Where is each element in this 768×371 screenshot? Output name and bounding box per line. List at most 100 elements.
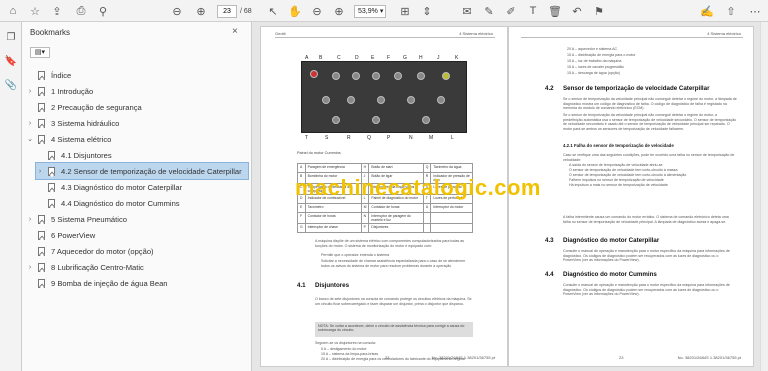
section-title: Diagnóstico do motor Caterpillar [563,237,660,244]
callout-letter: Q [367,135,371,141]
callout-letter: F [387,55,391,61]
panel-title: Bookmarks [30,28,71,37]
list-item: 15 A – luzes de cavalet progresidão [567,65,624,69]
callout-letter: P [387,135,391,141]
callout-letter: B [319,55,323,61]
more-icon[interactable]: ⋯ [748,4,762,18]
bookmark-icon [38,278,45,288]
stamp-icon[interactable]: ⚑ [592,4,606,18]
note-box: NOTA: Se voltar a acontecer, deixe o cir… [315,322,473,337]
select-cursor-icon[interactable]: ↖ [266,4,280,18]
paragraph: A falha intermitente causa um comando do… [563,215,729,224]
bullet-item: Permitir que o operador entenda o sistem… [321,253,390,257]
bookmark-item[interactable]: 2 Precaução de segurança [26,99,142,115]
gauge [442,72,450,80]
highlight-icon[interactable]: ✐ [504,4,518,18]
callout-letter: D [355,55,359,61]
header-rule [521,37,743,38]
emergency-stop-knob [310,70,318,78]
zoom-out-icon[interactable]: ⊖ [310,4,324,18]
page-number-input[interactable] [217,5,237,18]
bookmark-item[interactable]: 4.3 Diagnóstico do motor Caterpillar [36,179,182,195]
list-item: 15 A – distribuição de energia para o mo… [567,53,636,57]
previous-page-icon[interactable]: ⊖ [170,4,184,18]
callout-letter: M [429,135,434,141]
paragraph: Consulte o manual de operação e manutenç… [563,283,730,297]
callout-letter: N [409,135,413,141]
bullet-item: Falhem impulsos no sensor de temporizaçã… [569,178,664,182]
zoom-in-icon[interactable]: ⊕ [332,4,346,18]
bullet-item: Solicitar a necessidade de chamar assist… [321,259,466,268]
search-icon[interactable]: ⚲ [96,4,110,18]
callout-letter: R [347,135,351,141]
bookmark-item[interactable]: 7 Aquecedor do motor (opção) [26,243,154,259]
attachments-icon[interactable]: 📎 [4,78,18,92]
switch [437,96,445,104]
bookmark-item[interactable]: 4.4 Diagnóstico do motor Cummins [36,195,180,211]
fit-page-icon[interactable]: ⊞ [398,4,412,18]
bullet-item: A saída do sensor de temporização de vel… [569,163,663,167]
upload-icon[interactable]: ⇪ [50,4,64,18]
bookmark-options-button[interactable]: ▤▾ [30,47,50,58]
page-number: 23 [619,355,624,360]
callout-letter: S [325,135,329,141]
paragraph: A máquina dispõe de um sistema elétrico … [315,239,465,248]
bookmark-item[interactable]: › 5 Sistema Pneumático [26,211,127,227]
bookmark-icon [38,118,45,128]
text-box-icon[interactable]: T [526,4,540,18]
figure-caption: Painel do motor Cummins [297,151,341,155]
switch [347,96,355,104]
bookmarks-panel: Bookmarks × ▤▾ Índice › 1 Introdução 2 Pr… [22,22,252,371]
bookmark-icon [38,134,45,144]
bookmark-item[interactable]: ⌄ 4 Sistema elétrico [26,131,111,147]
gauge [372,72,380,80]
bookmark-item-selected[interactable]: › 4.2 Sensor de temporização de velocidad… [35,162,249,180]
zoom-select[interactable]: 53,9% ▾ [354,5,386,18]
pen-icon[interactable]: ✎ [482,4,496,18]
bookmark-item[interactable]: › 1 Introdução [26,83,93,99]
bookmarks-icon[interactable]: 🔖 [4,54,18,68]
section-number: 4.4 [545,271,554,278]
bookmark-icon [38,230,45,240]
bookmark-item[interactable]: › 8 Lubrificação Centro-Matic [26,259,144,275]
comment-icon[interactable]: ✉ [460,4,474,18]
bookmark-item[interactable]: 4.1 Disjuntores [36,147,112,163]
page-23: 4 Sistema eléctrico 20 A – aquecedor e s… [508,26,754,367]
scrollbar[interactable] [760,22,768,371]
scroll-mode-icon[interactable]: ⇕ [420,4,434,18]
bookmark-item[interactable]: Índice [26,67,71,83]
bullet-item: O sensor de temporização de velocidade t… [569,173,687,177]
bookmark-icon [38,246,45,256]
bookmark-star-icon[interactable]: ☆ [28,4,42,18]
bookmark-icon [38,86,45,96]
switch [372,116,380,124]
paragraph: O banco de sete disjuntores na consola d… [315,297,472,306]
bookmark-item[interactable]: 6 PowerView [26,227,95,243]
close-icon[interactable]: × [232,26,238,37]
doc-number: No. 38201/2684S 1.38201/36755 pt [431,355,495,360]
page-header-right: 4 Sistema eléctrico [707,31,741,36]
paragraph: Seguem-se os disjuntores na consola: [315,341,376,345]
share-icon[interactable]: ⇧ [724,4,738,18]
paragraph: Caso se verifique uma das seguintes cond… [563,153,735,162]
print-icon[interactable]: ⎙ [74,4,88,18]
home-icon[interactable]: ⌂ [6,4,20,18]
bookmark-item[interactable]: 9 Bomba de injeção de água Bean [26,275,168,291]
hand-tool-icon[interactable]: ✋ [288,4,302,18]
callout-letter: G [403,55,407,61]
delete-icon[interactable]: 🗑 [548,4,562,18]
switch [332,116,340,124]
sign-icon[interactable]: ✍ [700,4,714,18]
undo-icon[interactable]: ↶ [570,4,584,18]
switch [377,96,385,104]
bookmark-item[interactable]: › 3 Sistema hidráulico [26,115,119,131]
bookmark-icon [38,70,45,80]
next-page-icon[interactable]: ⊕ [194,4,208,18]
list-item: 5 A – desligamento do motor [321,347,367,351]
thumbnails-icon[interactable]: ❐ [4,30,18,44]
callout-letter: T [305,135,309,141]
callout-letter: A [305,55,309,61]
bookmark-icon [38,102,45,112]
callout-letter: H [419,55,423,61]
bookmark-icon [48,166,55,176]
